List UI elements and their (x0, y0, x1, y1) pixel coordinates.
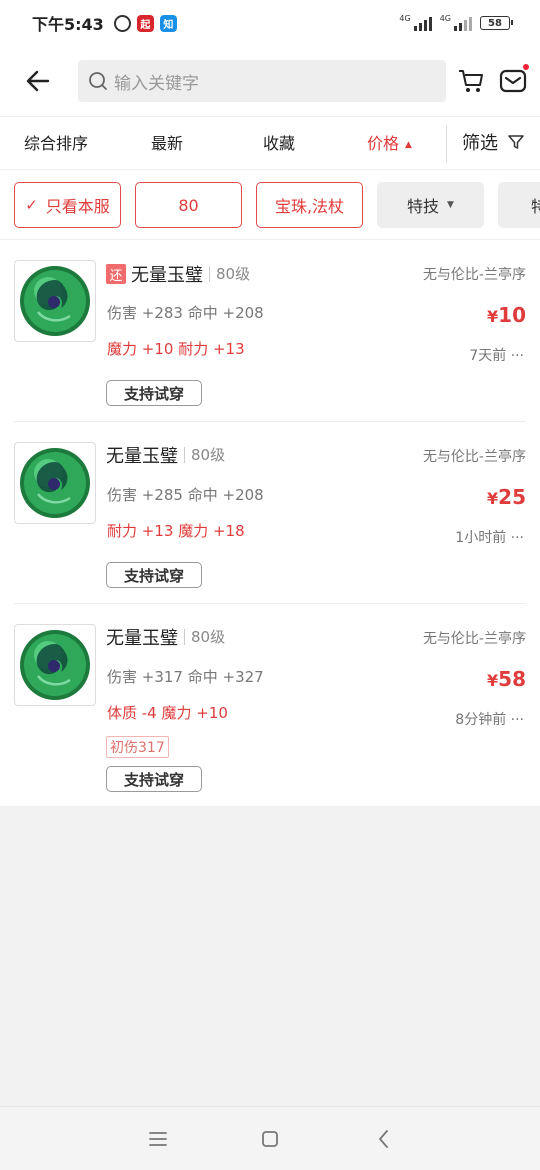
initial-damage-tag: 初伤317 (106, 736, 169, 758)
item-name: 无量玉璧 (131, 265, 203, 286)
search-input[interactable]: 输入关键字 (78, 60, 446, 102)
arrow-left-icon (26, 70, 50, 92)
chip-category[interactable]: 宝珠,法杖 (256, 182, 363, 228)
item-server: 无与伦比-兰亭序 (422, 267, 526, 283)
filter-chip-bar: ✓ 只看本服 80 宝珠,法杖 特技 ▼ 特 (0, 170, 540, 240)
app-qi-icon: 起 (136, 14, 154, 32)
item-price: ¥58 (487, 667, 526, 691)
sort-tab-price-label: 价格 (367, 134, 400, 153)
cart-icon (459, 70, 483, 92)
status-system-icons: 4G 4G 58 (399, 15, 513, 31)
bargain-badge: 还 (106, 264, 126, 284)
status-time: 下午5:43 (32, 15, 104, 34)
chip-special-skill[interactable]: 特技 ▼ (377, 182, 484, 228)
item-stats: 伤害 +317 命中 +327 (107, 668, 264, 686)
search-placeholder: 输入关键字 (114, 73, 199, 94)
item-price: ¥25 (487, 485, 526, 509)
cart-button[interactable] (456, 66, 486, 96)
item-name: 无量玉璧 (106, 446, 178, 467)
sort-tab-price[interactable]: 价格 ▲ (367, 117, 412, 171)
item-title-row: 还 无量玉璧 80级 (106, 261, 250, 287)
chip-special-effect[interactable]: 特 (498, 182, 540, 228)
item-price-value: 58 (498, 667, 526, 691)
item-stats: 伤害 +283 命中 +208 (107, 304, 264, 322)
chip-label: 特技 (407, 197, 440, 216)
item-stats: 伤害 +285 命中 +208 (107, 486, 264, 504)
item-time[interactable]: 1小时前 ··· (455, 527, 524, 547)
battery-icon: 58 (480, 16, 513, 30)
filter-label: 筛选 (462, 133, 498, 154)
jade-gem-icon (20, 266, 90, 336)
item-level: 80级 (184, 447, 225, 463)
chip-level[interactable]: 80 (135, 182, 242, 228)
item-extra-stats: 耐力 +13 魔力 +18 (107, 522, 245, 540)
item-price-currency: ¥ (487, 307, 499, 326)
sort-tab-newest[interactable]: 最新 (151, 117, 183, 171)
item-price-value: 25 (498, 485, 526, 509)
check-icon: ✓ (25, 196, 38, 214)
sort-tab-favorites[interactable]: 收藏 (263, 117, 295, 171)
message-button[interactable] (498, 64, 529, 96)
item-server: 无与伦比-兰亭序 (422, 449, 526, 465)
system-nav-bar (0, 1106, 540, 1170)
item-extra-stats: 魔力 +10 耐力 +13 (107, 340, 245, 358)
item-thumbnail (14, 624, 96, 706)
try-on-button[interactable]: 支持试穿 (106, 766, 202, 792)
try-on-button[interactable]: 支持试穿 (106, 380, 202, 406)
item-thumbnail (14, 260, 96, 342)
unread-dot (523, 64, 529, 70)
chip-label: 只看本服 (45, 197, 110, 216)
signal-icon-2: 4G (440, 15, 472, 31)
chip-only-this-server[interactable]: ✓ 只看本服 (14, 182, 121, 228)
try-on-button[interactable]: 支持试穿 (106, 562, 202, 588)
app-zhihu-icon: 知 (159, 14, 177, 32)
menu-button[interactable] (144, 1125, 172, 1153)
sort-divider (446, 125, 447, 163)
item-list: 还 无量玉璧 80级 伤害 +283 命中 +208 魔力 +10 耐力 +13… (0, 240, 540, 806)
item-price: ¥10 (487, 303, 526, 327)
dropdown-caret-icon: ▼ (447, 200, 454, 210)
sort-tab-comprehensive[interactable]: 综合排序 (24, 117, 88, 171)
back-button[interactable] (8, 51, 68, 111)
item-server: 无与伦比-兰亭序 (422, 631, 526, 647)
search-icon (89, 72, 107, 90)
top-header: 输入关键字 (0, 46, 540, 116)
filter-funnel-icon (507, 135, 524, 149)
signal-icon: 4G (399, 15, 432, 31)
back-nav-button[interactable] (370, 1125, 398, 1153)
item-time[interactable]: 7天前 ··· (469, 345, 524, 365)
item-level: 80级 (209, 266, 250, 282)
jade-gem-icon (20, 448, 90, 518)
home-square-icon (262, 1131, 278, 1147)
item-name: 无量玉璧 (106, 628, 178, 649)
item-extra-stats: 体质 -4 魔力 +10 (107, 704, 228, 722)
chevron-left-icon (379, 1130, 388, 1148)
item-title-row: 无量玉璧 80级 (106, 442, 225, 468)
sort-ascending-icon: ▲ (405, 140, 412, 150)
status-notification-icons: 起 知 (113, 14, 177, 32)
item-price-currency: ¥ (487, 671, 499, 690)
alarm-icon (113, 14, 131, 32)
list-item[interactable]: 无量玉璧 80级 伤害 +317 命中 +327 体质 -4 魔力 +10 无与… (0, 604, 540, 806)
item-thumbnail (14, 442, 96, 524)
item-time[interactable]: 8分钟前 ··· (455, 709, 524, 729)
item-price-currency: ¥ (487, 489, 499, 508)
filter-button[interactable]: 筛选 (462, 117, 524, 171)
jade-gem-icon (20, 630, 90, 700)
sort-bar: 综合排序 最新 收藏 价格 ▲ 筛选 (0, 116, 540, 170)
item-title-row: 无量玉璧 80级 (106, 624, 225, 650)
item-price-value: 10 (498, 303, 526, 327)
mail-icon (499, 69, 527, 93)
home-button[interactable] (256, 1125, 284, 1153)
status-bar: 下午5:43 起 知 4G 4G 58 (0, 0, 540, 46)
item-level: 80级 (184, 629, 225, 645)
menu-icon (149, 1132, 167, 1146)
list-item[interactable]: 无量玉璧 80级 伤害 +285 命中 +208 耐力 +13 魔力 +18 无… (0, 422, 540, 604)
list-item[interactable]: 还 无量玉璧 80级 伤害 +283 命中 +208 魔力 +10 耐力 +13… (0, 240, 540, 422)
